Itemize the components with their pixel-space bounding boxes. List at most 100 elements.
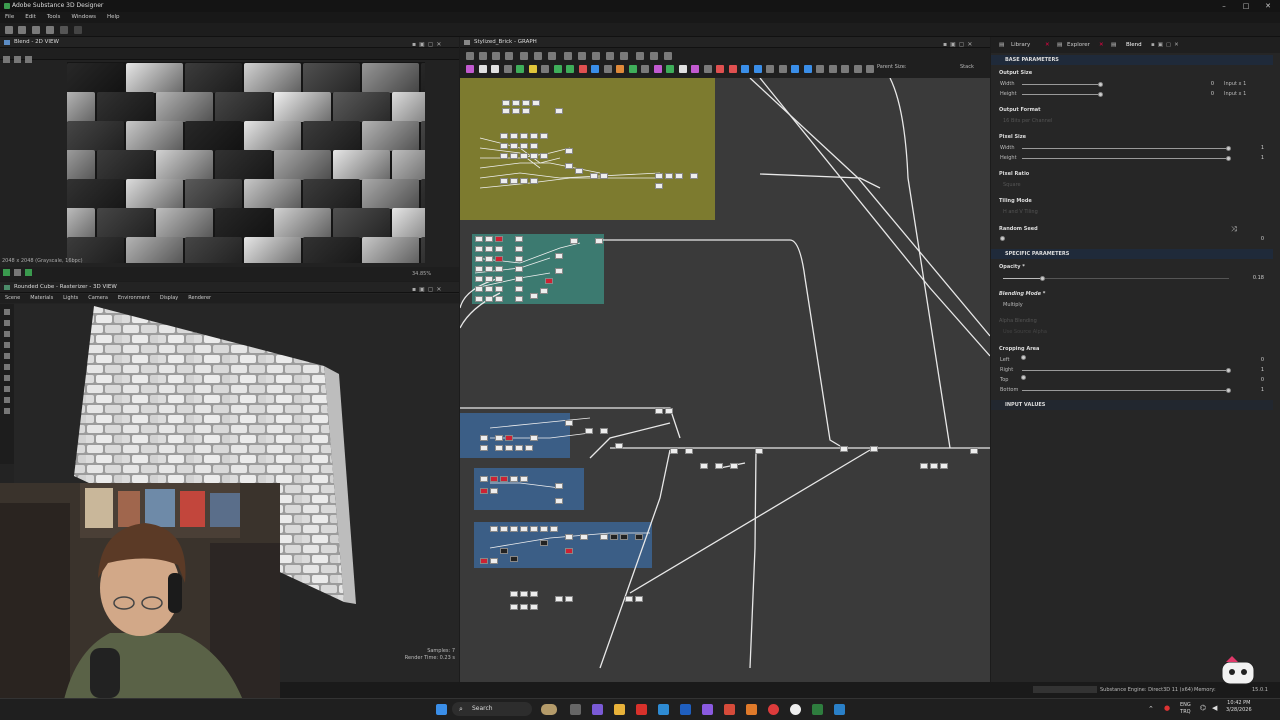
graph-node[interactable] bbox=[530, 526, 538, 532]
graph-node[interactable] bbox=[495, 276, 503, 282]
rotate-icon[interactable] bbox=[4, 320, 10, 326]
graph-node[interactable] bbox=[530, 604, 538, 610]
random-seed-knob[interactable] bbox=[1000, 236, 1005, 241]
graph-node[interactable] bbox=[510, 133, 518, 139]
close-icon[interactable]: ✕ bbox=[1258, 0, 1278, 12]
graph-node[interactable] bbox=[615, 443, 623, 449]
graph-node[interactable] bbox=[920, 463, 928, 469]
settings-icon[interactable] bbox=[18, 26, 26, 34]
graph-node[interactable] bbox=[675, 173, 683, 179]
graph-node[interactable] bbox=[495, 296, 503, 302]
node-library-item[interactable] bbox=[653, 65, 662, 73]
node-library-item[interactable] bbox=[841, 65, 849, 73]
graph-node[interactable] bbox=[515, 445, 523, 451]
graph-node[interactable] bbox=[495, 435, 503, 441]
graph-settings-icon[interactable] bbox=[466, 52, 474, 60]
node-library-item[interactable] bbox=[703, 65, 712, 73]
graph-node[interactable] bbox=[520, 476, 528, 482]
node-library-item[interactable] bbox=[853, 65, 862, 73]
graph-node[interactable] bbox=[545, 278, 553, 284]
graph-node[interactable] bbox=[530, 153, 538, 159]
graph-node[interactable] bbox=[565, 596, 573, 602]
panel-2d-controls[interactable]: ▪▣▢✕ bbox=[412, 39, 444, 50]
node-library-item[interactable] bbox=[678, 65, 687, 73]
snapshot-icon[interactable] bbox=[4, 408, 10, 414]
graph-node[interactable] bbox=[540, 540, 548, 546]
taskbar-search[interactable]: ⌕ Search bbox=[452, 702, 532, 716]
close-explorer-icon[interactable]: ✕ bbox=[1099, 37, 1104, 53]
crop-right-value[interactable]: 1 bbox=[1250, 367, 1264, 373]
opacity-value[interactable]: 0.18 bbox=[1245, 275, 1264, 281]
zoom-icon[interactable] bbox=[4, 342, 10, 348]
node-library-item[interactable] bbox=[616, 65, 624, 73]
output-format-value[interactable]: 16 Bits per Channel bbox=[1003, 118, 1052, 124]
output-height-slider[interactable] bbox=[1022, 94, 1102, 95]
node-library-item[interactable] bbox=[866, 65, 874, 73]
crop-left-knob[interactable] bbox=[1021, 355, 1026, 360]
graph-node[interactable] bbox=[520, 178, 528, 184]
graph-node[interactable] bbox=[522, 100, 530, 106]
graph-node[interactable] bbox=[755, 448, 763, 454]
graph-node[interactable] bbox=[610, 534, 618, 540]
graph-node[interactable] bbox=[530, 143, 538, 149]
graph-node[interactable] bbox=[685, 448, 693, 454]
graph-node[interactable] bbox=[555, 498, 563, 504]
graph-node[interactable] bbox=[565, 534, 573, 540]
output-width-knob[interactable] bbox=[1098, 82, 1103, 87]
alpha-blending-value[interactable]: Use Source Alpha bbox=[1003, 329, 1047, 335]
graph-node[interactable] bbox=[520, 143, 528, 149]
menu-tools[interactable]: Tools bbox=[47, 12, 61, 23]
menu-renderer[interactable]: Renderer bbox=[188, 295, 211, 301]
graph-node[interactable] bbox=[495, 236, 503, 242]
menu-edit[interactable]: Edit bbox=[25, 12, 36, 23]
menu-scene[interactable]: Scene bbox=[5, 295, 20, 301]
graph-export-icon[interactable] bbox=[664, 52, 672, 60]
crop-top-knob[interactable] bbox=[1021, 375, 1026, 380]
graph-node[interactable] bbox=[500, 153, 508, 159]
graph-node[interactable] bbox=[475, 286, 483, 292]
graph-node[interactable] bbox=[600, 534, 608, 540]
opacity-slider-track[interactable] bbox=[1043, 278, 1229, 279]
graph-node[interactable] bbox=[525, 445, 533, 451]
node-library-item[interactable] bbox=[753, 65, 762, 73]
graph-node[interactable] bbox=[520, 153, 528, 159]
graph-node[interactable] bbox=[530, 178, 538, 184]
graph-node[interactable] bbox=[510, 604, 518, 610]
graph-node[interactable] bbox=[565, 163, 573, 169]
graph-node[interactable] bbox=[530, 591, 538, 597]
app-icon-2[interactable] bbox=[680, 704, 691, 715]
pixel-width-value[interactable]: 1 bbox=[1250, 145, 1264, 151]
graph-node[interactable] bbox=[515, 276, 523, 282]
graph-node[interactable] bbox=[475, 296, 483, 302]
menu-materials[interactable]: Materials bbox=[30, 295, 53, 301]
graph-node[interactable] bbox=[565, 548, 573, 554]
graph-node[interactable] bbox=[475, 266, 483, 272]
graph-pin-icon[interactable] bbox=[578, 52, 586, 60]
pixel-width-knob[interactable] bbox=[1226, 146, 1231, 151]
graph-node[interactable] bbox=[505, 435, 513, 441]
graph-node[interactable] bbox=[570, 238, 578, 244]
pixel-height-knob[interactable] bbox=[1226, 156, 1231, 161]
graph-node[interactable] bbox=[500, 476, 508, 482]
output-height-knob[interactable] bbox=[1098, 92, 1103, 97]
graph-node[interactable] bbox=[590, 173, 598, 179]
substance-designer-icon[interactable] bbox=[812, 704, 823, 715]
graph-node[interactable] bbox=[512, 100, 520, 106]
tiling-mode-value[interactable]: H and V Tiling bbox=[1003, 209, 1038, 215]
crop-bottom-value[interactable]: 1 bbox=[1250, 387, 1264, 393]
graph-node[interactable] bbox=[700, 463, 708, 469]
node-library-item[interactable] bbox=[716, 65, 724, 73]
graph-node[interactable] bbox=[500, 133, 508, 139]
blender-icon[interactable] bbox=[746, 704, 757, 715]
graph-node[interactable] bbox=[930, 463, 938, 469]
graph-node[interactable] bbox=[665, 173, 673, 179]
menu-display[interactable]: Display bbox=[160, 295, 178, 301]
node-library-item[interactable] bbox=[466, 65, 474, 73]
pixel-width-slider[interactable] bbox=[1022, 148, 1230, 149]
graph-node[interactable] bbox=[690, 173, 698, 179]
node-library-item[interactable] bbox=[528, 65, 537, 73]
graph-node[interactable] bbox=[480, 476, 488, 482]
crop-bottom-knob[interactable] bbox=[1226, 388, 1231, 393]
undo-icon[interactable] bbox=[60, 26, 68, 34]
task-view-icon[interactable] bbox=[570, 704, 581, 715]
